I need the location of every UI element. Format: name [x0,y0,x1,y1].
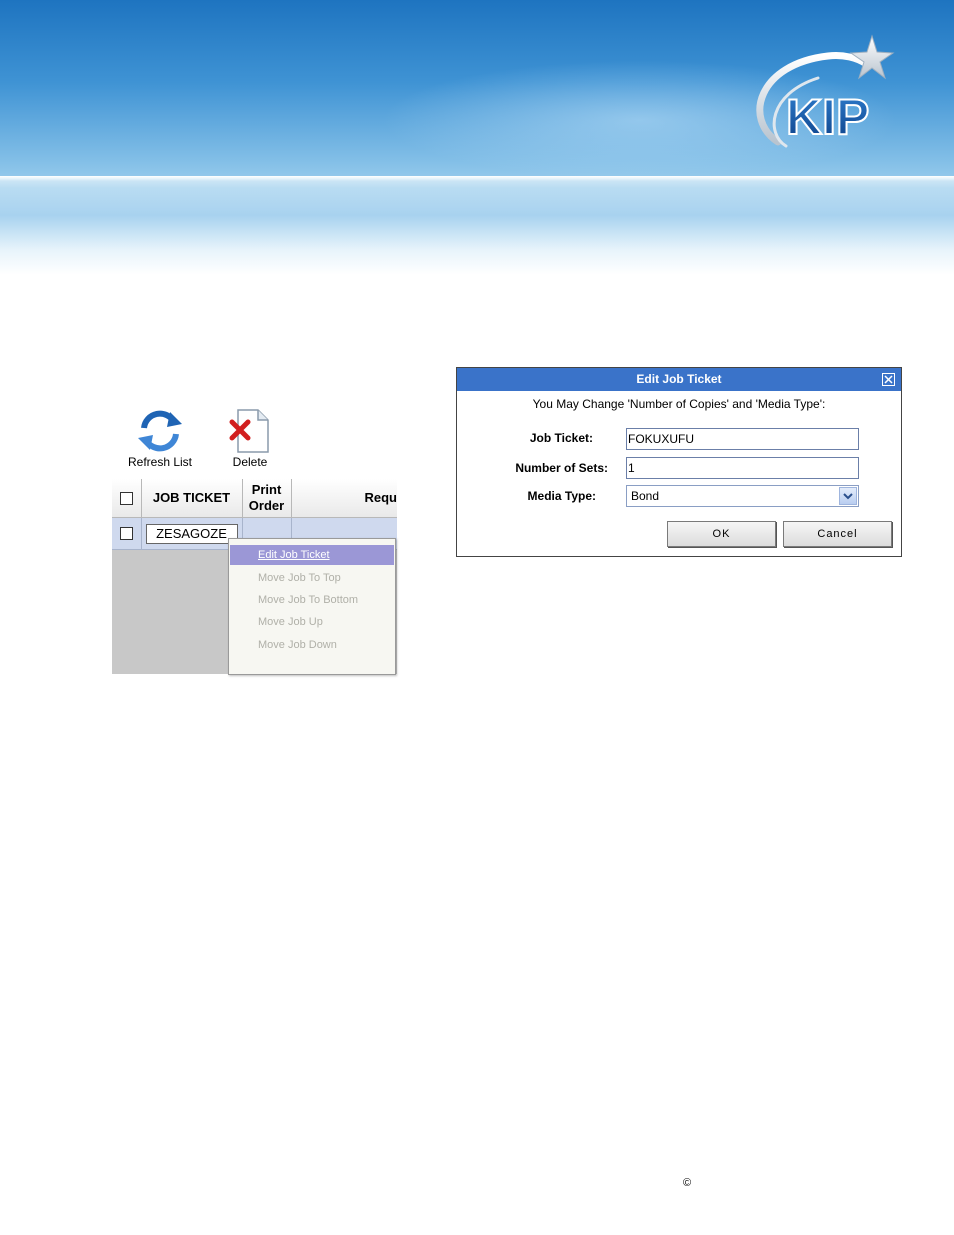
delete-button[interactable]: Delete [222,408,278,469]
number-of-sets-input[interactable]: 1 [626,457,859,479]
column-header-print-order[interactable]: Print Order [242,479,292,517]
delete-label: Delete [232,455,268,469]
dialog-close-button[interactable] [882,373,895,386]
context-menu: Edit Job Ticket Move Job To Top Move Job… [228,538,396,675]
refresh-list-button[interactable]: Refresh List [120,408,200,469]
column-header-job-ticket[interactable]: JOB TICKET [141,479,243,517]
job-ticket-field[interactable]: ZESAGOZE [145,523,238,544]
select-all-checkbox[interactable] [120,491,133,505]
dialog-message: You May Change 'Number of Copies' and 'M… [532,397,826,411]
job-ticket-label: Job Ticket: [529,431,593,445]
cancel-button[interactable]: Cancel [783,521,892,547]
print-order-label: Print Order [248,482,285,513]
menu-item-move-job-to-top[interactable]: Move Job To Top [230,568,394,588]
ok-button[interactable]: OK [667,521,776,547]
menu-item-move-job-down[interactable]: Move Job Down [230,635,394,655]
header-banner: KIP [0,0,954,275]
row-select-cell [112,518,142,549]
dropdown-arrow[interactable] [839,487,857,505]
edit-job-ticket-dialog: Edit Job Ticket You May Change 'Number o… [456,367,902,557]
dialog-title-bar: Edit Job Ticket [457,368,901,391]
logo-text: KIP [786,89,869,145]
menu-item-edit-job-ticket[interactable]: Edit Job Ticket [230,545,394,565]
table-header: JOB TICKET Print Order Requ [112,479,397,518]
number-of-sets-label: Number of Sets: [515,461,608,475]
dialog-title: Edit Job Ticket [636,372,722,386]
row-checkbox[interactable] [120,527,133,540]
banner-band-highlight [0,176,954,181]
menu-item-move-job-to-bottom[interactable]: Move Job To Bottom [230,590,394,610]
refresh-list-label: Refresh List [127,455,193,469]
kip-logo: KIP [756,34,895,148]
media-type-select[interactable]: Bond [626,485,859,507]
menu-item-move-job-up[interactable]: Move Job Up [230,612,394,632]
close-icon [884,375,893,384]
media-type-value: Bond [631,489,660,503]
column-header-requ[interactable]: Requ [291,479,398,517]
delete-document-icon [229,409,269,453]
job-ticket-input[interactable]: FOKUXUFU [626,428,859,450]
header-select-cell [112,479,142,517]
media-type-label: Media Type: [527,489,596,503]
chevron-down-icon [843,493,853,500]
job-queue-screenshot: Refresh List Delete JOB TICKET Print Ord… [112,408,397,675]
copyright-symbol: © [683,1177,692,1189]
banner-band [0,176,954,275]
refresh-icon [138,410,182,452]
